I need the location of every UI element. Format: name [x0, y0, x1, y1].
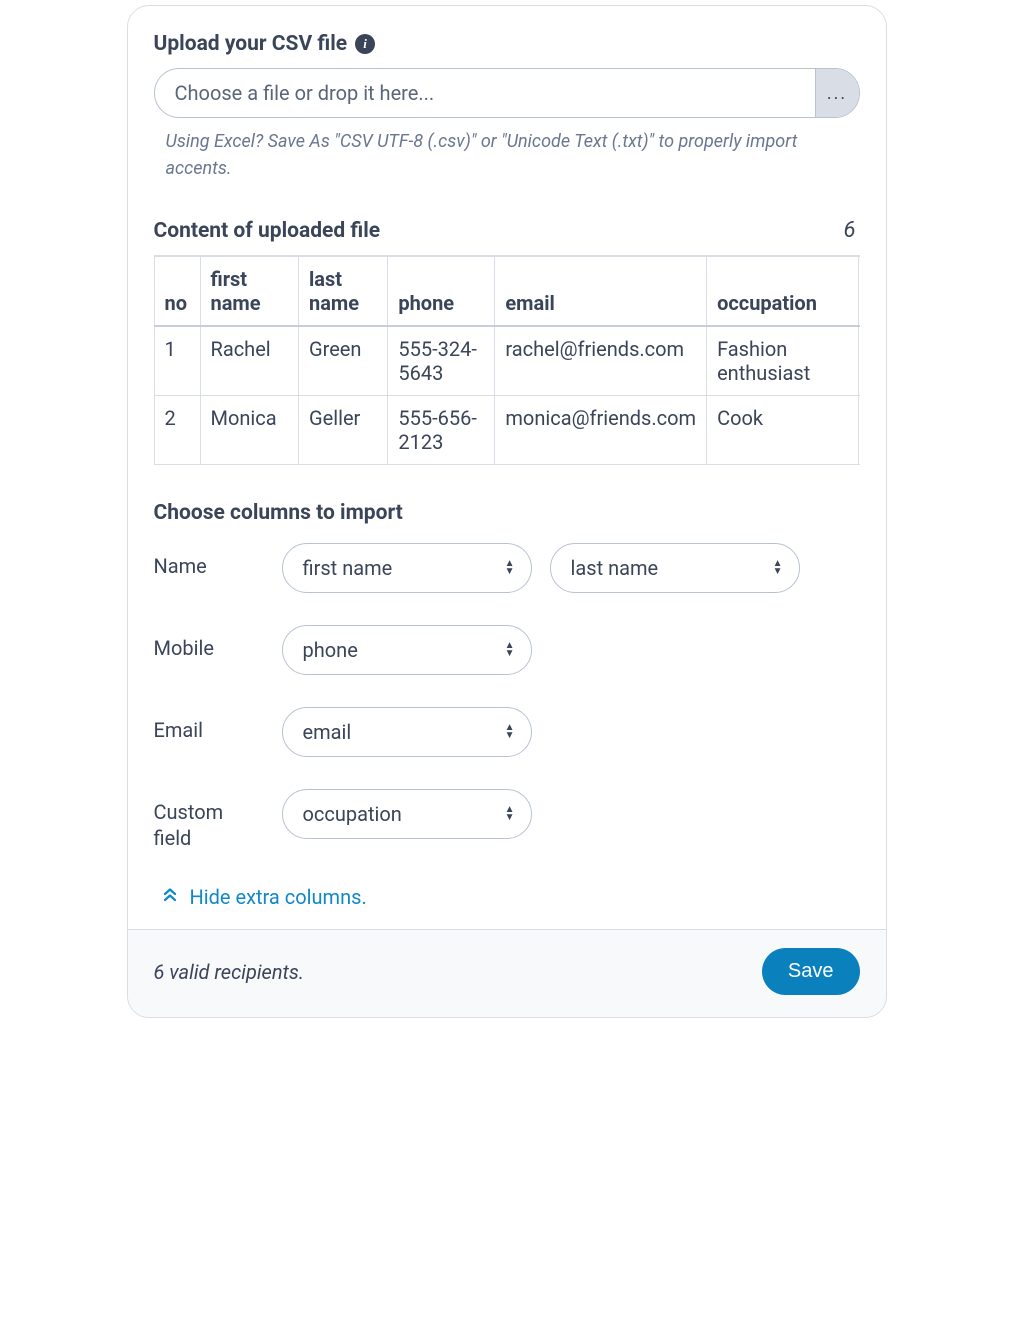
label-custom: Custom field: [154, 789, 264, 851]
table-header-row: no first name last name phone email occu…: [154, 257, 860, 327]
th-email: email: [495, 257, 707, 327]
file-chooser-placeholder: Choose a file or drop it here...: [155, 69, 815, 117]
mapping-row-custom: Custom field occupation ▲▼: [154, 789, 860, 851]
cell-no: 2: [154, 396, 200, 465]
file-browse-button[interactable]: ...: [815, 69, 859, 117]
ellipsis-icon: ...: [827, 83, 847, 104]
select-mobile[interactable]: phone ▲▼: [282, 625, 532, 675]
toggle-extra-columns[interactable]: Hide extra columns.: [154, 883, 375, 911]
select-email[interactable]: email ▲▼: [282, 707, 532, 757]
mapping-title: Choose columns to import: [154, 501, 860, 525]
cell-last-name: Green: [298, 326, 387, 396]
row-count: 6: [844, 218, 860, 243]
th-occupation: occupation: [707, 257, 858, 327]
select-value: first name: [303, 556, 393, 580]
updown-icon: ▲▼: [505, 560, 515, 576]
updown-icon: ▲▼: [505, 806, 515, 822]
table-row: 2 Monica Geller 555-656-2123 monica@frie…: [154, 396, 860, 465]
th-no: no: [154, 257, 200, 327]
cell-first-name: Rachel: [200, 326, 298, 396]
save-button[interactable]: Save: [762, 948, 860, 995]
th-first-name: first name: [200, 257, 298, 327]
preview-table: no first name last name phone email occu…: [154, 256, 860, 465]
content-title: Content of uploaded file: [154, 219, 381, 243]
updown-icon: ▲▼: [773, 560, 783, 576]
cell-phone: 555-656-2123: [388, 396, 495, 465]
cell-occupation: Cook: [707, 396, 858, 465]
cell-address: 90 Bedford St: [858, 396, 859, 465]
th-phone: phone: [388, 257, 495, 327]
upload-title-text: Upload your CSV file: [154, 32, 348, 56]
card-footer: 6 valid recipients. Save: [128, 929, 886, 1017]
cell-occupation: Fashion enthusiast: [707, 326, 858, 396]
mapping-row-mobile: Mobile phone ▲▼: [154, 625, 860, 675]
label-email: Email: [154, 707, 264, 743]
content-section-header: Content of uploaded file 6: [154, 218, 860, 243]
updown-icon: ▲▼: [505, 642, 515, 658]
table-row: 1 Rachel Green 555-324-5643 rachel@frien…: [154, 326, 860, 396]
upload-section-title: Upload your CSV file i: [154, 32, 860, 56]
cell-first-name: Monica: [200, 396, 298, 465]
cell-no: 1: [154, 326, 200, 396]
upload-csv-card: Upload your CSV file i Choose a file or …: [127, 5, 887, 1018]
select-value: occupation: [303, 802, 402, 826]
th-last-name: last name: [298, 257, 387, 327]
select-custom[interactable]: occupation ▲▼: [282, 789, 532, 839]
toggle-label: Hide extra columns.: [190, 885, 367, 909]
select-value: last name: [571, 556, 659, 580]
select-value: email: [303, 720, 352, 744]
updown-icon: ▲▼: [505, 724, 515, 740]
card-body: Upload your CSV file i Choose a file or …: [128, 6, 886, 929]
mapping-row-email: Email email ▲▼: [154, 707, 860, 757]
table-scroll-container[interactable]: no first name last name phone email occu…: [154, 255, 860, 465]
cell-phone: 555-324-5643: [388, 326, 495, 396]
footer-status: 6 valid recipients.: [154, 960, 305, 984]
upload-hint: Using Excel? Save As "CSV UTF-8 (.csv)" …: [154, 128, 860, 182]
cell-email: rachel@friends.com: [495, 326, 707, 396]
cell-last-name: Geller: [298, 396, 387, 465]
mapping-row-name: Name first name ▲▼ last name ▲▼: [154, 543, 860, 593]
label-mobile: Mobile: [154, 625, 264, 661]
chevron-double-up-icon: [162, 887, 178, 907]
label-name: Name: [154, 543, 264, 579]
select-last-name[interactable]: last name ▲▼: [550, 543, 800, 593]
cell-address: 90 Bedford St: [858, 326, 859, 396]
th-address: address: [858, 257, 859, 327]
select-value: phone: [303, 638, 358, 662]
cell-email: monica@friends.com: [495, 396, 707, 465]
info-icon[interactable]: i: [355, 34, 375, 54]
file-chooser[interactable]: Choose a file or drop it here... ...: [154, 68, 860, 118]
select-first-name[interactable]: first name ▲▼: [282, 543, 532, 593]
